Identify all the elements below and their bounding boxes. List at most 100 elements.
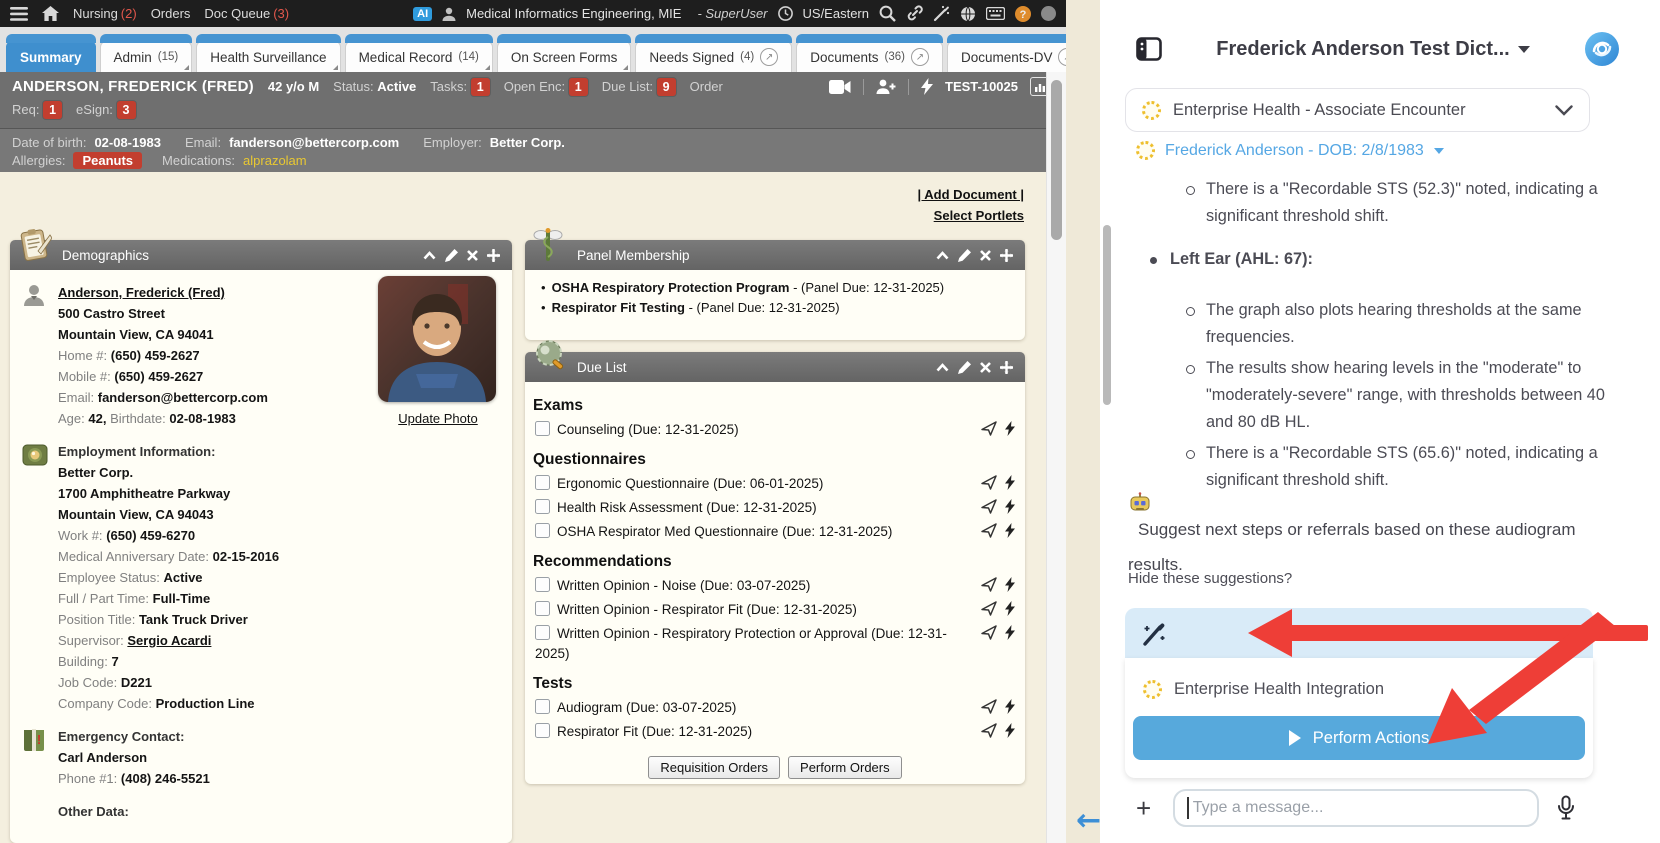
esign-count-badge[interactable]: 3 [117,101,136,119]
due-item-checkbox[interactable] [535,475,550,490]
collapse-icon[interactable] [936,363,949,372]
send-order-icon[interactable] [981,625,997,640]
send-order-icon[interactable] [981,421,997,436]
req-count-badge[interactable]: 1 [43,101,62,119]
microphone-icon[interactable] [1557,795,1575,821]
due-list-header[interactable]: Due List [525,352,1025,382]
quick-action-bolt-icon[interactable] [921,78,933,95]
organization-name[interactable]: Medical Informatics Engineering, MIE [466,6,681,21]
perform-order-bolt-icon[interactable] [1005,699,1015,714]
perform-order-bolt-icon[interactable] [1005,577,1015,592]
open-enc-count-badge[interactable]: 1 [569,78,588,96]
nav-nursing[interactable]: Nursing(2) [73,6,137,21]
tab-admin[interactable]: Admin(15) [100,41,193,72]
send-order-icon[interactable] [981,699,997,714]
main-scrollbar-track[interactable] [1046,72,1067,843]
add-attachment-button[interactable]: + [1136,795,1151,821]
tab-documents[interactable]: Documents(36)↗ [796,41,943,72]
demographics-portlet-header[interactable]: Demographics [10,240,512,270]
search-icon[interactable] [879,5,896,22]
send-order-icon[interactable] [981,577,997,592]
edit-pencil-icon[interactable] [958,361,971,374]
perform-actions-button[interactable]: Perform Actions [1133,716,1585,760]
edit-pencil-icon[interactable] [958,249,971,262]
perform-order-bolt-icon[interactable] [1005,625,1015,640]
close-icon[interactable] [980,362,991,373]
due-item-checkbox[interactable] [535,723,550,738]
nav-orders[interactable]: Orders [151,6,191,21]
due-item-checkbox[interactable] [535,577,550,592]
tab-health-surveillance[interactable]: Health Surveillance [196,41,340,72]
send-order-icon[interactable] [981,475,997,490]
suggestion-banner[interactable] [1125,608,1593,658]
add-person-icon[interactable] [876,79,896,94]
video-visit-icon[interactable] [829,80,851,94]
collapse-panel-arrow[interactable]: ← [1076,806,1101,836]
due-item-checkbox[interactable] [535,601,550,616]
move-icon[interactable] [1000,361,1013,374]
due-item-checkbox[interactable] [535,523,550,538]
user-avatar-placeholder[interactable] [1041,6,1056,21]
tasks-count-badge[interactable]: 1 [471,78,490,96]
perform-orders-button[interactable]: Perform Orders [788,756,902,779]
help-icon[interactable]: ? [1015,6,1031,22]
perform-order-bolt-icon[interactable] [1005,523,1015,538]
chat-scrollbar-thumb[interactable] [1103,225,1111,405]
perform-order-bolt-icon[interactable] [1005,421,1015,436]
keyboard-icon[interactable] [986,7,1005,20]
tab-medical-record[interactable]: Medical Record(14) [345,41,493,72]
move-icon[interactable] [1000,249,1013,262]
assistant-avatar[interactable] [1584,31,1620,67]
hide-suggestions-link[interactable]: Hide these suggestions? [1128,570,1292,587]
tab-summary[interactable]: Summary [6,41,96,72]
main-scrollbar-thumb[interactable] [1051,80,1062,240]
order-menu[interactable]: Order [690,79,723,94]
due-list-count-badge[interactable]: 9 [657,78,676,96]
due-item-checkbox[interactable] [535,699,550,714]
perform-order-bolt-icon[interactable] [1005,499,1015,514]
due-item-checkbox[interactable] [535,421,550,436]
due-item-checkbox[interactable] [535,625,550,640]
external-link-icon[interactable]: ↗ [760,48,778,66]
wand-icon[interactable] [933,5,950,22]
add-document-link[interactable]: | Add Document | [918,187,1024,202]
collapse-icon[interactable] [936,251,949,260]
external-link-icon[interactable]: ↗ [911,48,929,66]
timezone-label[interactable]: US/Eastern [803,6,869,21]
send-order-icon[interactable] [981,723,997,738]
allergy-badge[interactable]: Peanuts [73,152,142,169]
encounter-selector[interactable]: Enterprise Health - Associate Encounter [1125,88,1590,132]
patient-id[interactable]: TEST-10025 [945,79,1018,94]
tab-needs-signed[interactable]: Needs Signed(4)↗ [635,41,792,72]
conversation-title[interactable]: Frederick Anderson Test Dict... [1162,38,1584,61]
suggestion-prompt[interactable]: Suggest next steps or referrals based on… [1128,492,1614,580]
panel-membership-header[interactable]: Panel Membership [525,240,1025,270]
select-portlets-link[interactable]: Select Portlets [934,208,1024,223]
menu-icon[interactable] [10,7,28,21]
close-icon[interactable] [980,250,991,261]
requisition-orders-button[interactable]: Requisition Orders [648,756,780,779]
nav-doc-queue[interactable]: Doc Queue(3) [204,6,289,21]
due-item-checkbox[interactable] [535,499,550,514]
edit-pencil-icon[interactable] [445,249,458,262]
message-input-box[interactable] [1173,789,1539,827]
message-input[interactable] [1191,798,1526,818]
move-icon[interactable] [487,249,500,262]
close-icon[interactable] [467,250,478,261]
tab-on-screen-forms[interactable]: On Screen Forms [497,41,632,72]
link-icon[interactable] [906,5,923,22]
send-order-icon[interactable] [981,523,997,538]
home-icon[interactable] [42,6,59,21]
perform-order-bolt-icon[interactable] [1005,475,1015,490]
patient-name-link[interactable]: Anderson, Frederick (Fred) [58,285,225,300]
ai-badge[interactable]: AI [413,7,432,21]
sidebar-toggle-icon[interactable] [1136,37,1162,61]
globe-icon[interactable] [960,6,976,22]
patient-context-link[interactable]: Frederick Anderson - DOB: 2/8/1983 [1136,141,1444,160]
send-order-icon[interactable] [981,601,997,616]
patient-name[interactable]: ANDERSON, FREDERICK (FRED) [12,78,254,95]
send-order-icon[interactable] [981,499,997,514]
perform-order-bolt-icon[interactable] [1005,723,1015,738]
medication-value[interactable]: alprazolam [243,153,307,168]
supervisor-link[interactable]: Sergio Acardi [127,633,211,648]
